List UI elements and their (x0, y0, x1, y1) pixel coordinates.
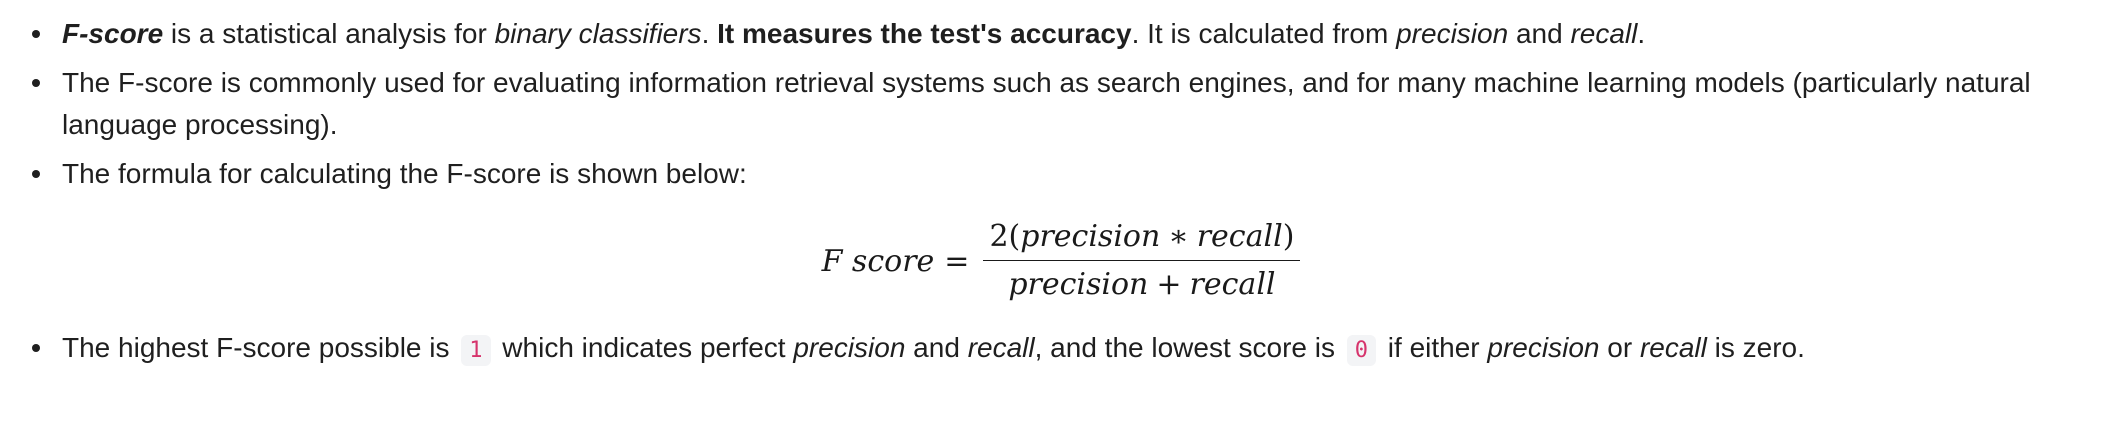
binary-classifiers-emphasis: binary classifiers (494, 18, 702, 49)
code-one: 1 (461, 335, 491, 366)
text: . (701, 18, 718, 49)
fraction-bar (983, 259, 1301, 262)
list-item: The highest F-score possible is 1 which … (0, 327, 2118, 372)
precision-emphasis: precision (1487, 332, 1600, 363)
numerator-close-paren: ) (1282, 218, 1295, 254)
denominator: precision + recall (1002, 265, 1281, 305)
plus-operator: + (1156, 267, 1182, 303)
fscore-term: F-score (62, 18, 164, 49)
document-content: F-score is a statistical analysis for bi… (0, 0, 2118, 372)
text: which indicates perfect (494, 332, 794, 363)
accuracy-strong: It measures the test's accuracy (717, 18, 1132, 49)
equals-sign: = (944, 243, 970, 279)
math-expression: F score = 2(precision ∗ recall) precision +… (822, 217, 1301, 306)
list-item: F-score is a statistical analysis for bi… (0, 13, 2118, 55)
code-zero: 0 (1346, 335, 1377, 366)
list-item: The formula for calculating the F-score … (0, 153, 2118, 195)
numerator: 2(precision ∗ recall) (983, 217, 1300, 257)
fraction: 2(precision ∗ recall) precision + recall (983, 217, 1301, 306)
recall-emphasis: recall (967, 332, 1035, 363)
multiply-operator: ∗ (1168, 218, 1189, 254)
precision-emphasis: precision (793, 332, 906, 363)
text: is a statistical analysis for (163, 18, 495, 49)
recall-emphasis: recall (1639, 332, 1707, 363)
numerator-coefficient: 2( (989, 218, 1021, 254)
text: and (1508, 18, 1571, 49)
bullet-list: The highest F-score possible is 1 which … (0, 327, 2118, 372)
list-item: The F-score is commonly used for evaluat… (0, 62, 2118, 146)
text: , and the lowest score is (1034, 332, 1343, 363)
numerator-precision: precision (1020, 218, 1161, 254)
fscore-formula: F score = 2(precision ∗ recall) precision +… (0, 195, 2118, 327)
text: and (905, 332, 968, 363)
precision-emphasis: precision (1396, 18, 1509, 49)
text: The F-score is commonly used for evaluat… (62, 67, 2031, 140)
text: The formula for calculating the F-score … (62, 158, 747, 189)
text: or (1599, 332, 1640, 363)
denominator-precision: precision (1008, 267, 1149, 303)
denominator-recall: recall (1189, 267, 1276, 303)
text: if either (1380, 332, 1488, 363)
text: The highest F-score possible is (62, 332, 458, 363)
bullet-list: F-score is a statistical analysis for bi… (0, 13, 2118, 195)
text: . It is calculated from (1131, 18, 1397, 49)
numerator-recall: recall (1196, 218, 1283, 254)
formula-lhs: F score (821, 243, 935, 279)
text: . (1637, 18, 1646, 49)
text: is zero. (1706, 332, 1805, 363)
recall-emphasis: recall (1570, 18, 1638, 49)
